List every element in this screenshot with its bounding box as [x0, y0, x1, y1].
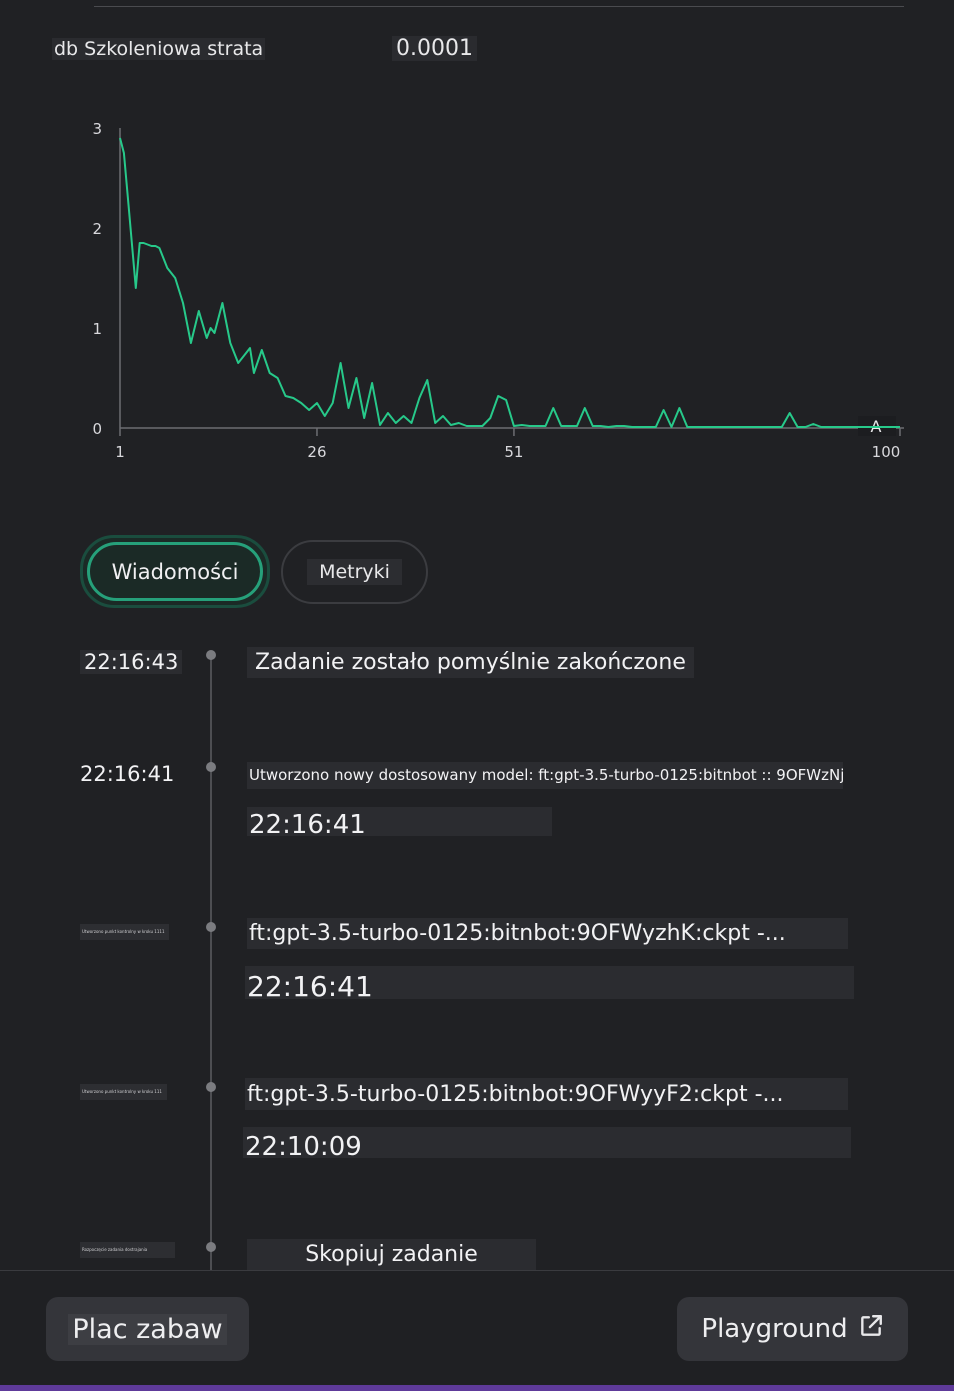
metric-label: db Szkoleniowa strata: [52, 38, 266, 60]
training-loss-chart: 3 2 1 0 1 26 51 100 A: [0, 100, 954, 480]
event-time: Rozpoczęcie zadania dostrajania: [80, 1242, 175, 1258]
timeline-dot: [206, 650, 216, 660]
y-tick-label: 2: [92, 220, 102, 238]
external-link-icon: [858, 1313, 884, 1346]
copy-job-button[interactable]: Skopiuj zadanie: [247, 1239, 536, 1270]
event-message: Utworzono nowy dostosowany model: ft:gpt…: [247, 762, 843, 789]
y-tick-label: 1: [92, 320, 102, 338]
event-time: 22:16:43: [80, 650, 183, 674]
tab-messages[interactable]: Wiadomości: [80, 535, 270, 608]
x-tick-label: 51: [504, 443, 523, 461]
metric-value: 0.0001: [392, 36, 477, 61]
x-tick-label: 26: [307, 443, 326, 461]
x-tick-label: 100: [872, 443, 901, 461]
event-subtime: 22:16:41: [245, 966, 854, 1003]
loss-series-line: [119, 137, 900, 428]
playground-button-label: Playground: [701, 1314, 848, 1344]
y-tick-label: 3: [92, 120, 102, 138]
footer: Plac zabaw Playground: [0, 1270, 954, 1391]
event-time: 22:16:41: [80, 762, 175, 786]
event-subtime: 22:16:41: [247, 807, 552, 840]
tab-metrics[interactable]: Metryki: [281, 540, 428, 604]
tab-messages-label: Wiadomości: [87, 542, 263, 601]
event-message: Zadanie zostało pomyślnie zakończone: [247, 647, 694, 678]
timeline-dot: [206, 922, 216, 932]
y-tick-label: 0: [92, 420, 102, 438]
event-message: ft:gpt-3.5-turbo-0125:bitnbot:9OFWyyF2:c…: [245, 1078, 848, 1110]
event-subtime: 22:10:09: [243, 1127, 851, 1162]
timeline-dot: [206, 1082, 216, 1092]
footer-accent: [0, 1385, 954, 1391]
metric-row: db Szkoleniowa strata 0.0001: [0, 36, 954, 68]
chart-svg: 32101 26 51 100A: [92, 120, 904, 461]
timeline-dot: [206, 762, 216, 772]
top-divider: [94, 6, 904, 7]
timeline-line: [210, 655, 212, 1270]
event-time: Utworzono punkt kontrolny w kroku 111: [80, 1084, 167, 1100]
playground-button[interactable]: Playground: [677, 1297, 908, 1361]
tab-metrics-label: Metryki: [307, 559, 402, 585]
playground-button-pl-label: Plac zabaw: [68, 1313, 227, 1345]
event-message: ft:gpt-3.5-turbo-0125:bitnbot:9OFWyzhK:c…: [247, 918, 848, 949]
event-time: Utworzono punkt kontrolny w kroku 1111: [80, 924, 169, 940]
timeline-dot: [206, 1242, 216, 1252]
playground-button-pl[interactable]: Plac zabaw: [46, 1297, 249, 1361]
x-tick-label: 1: [115, 443, 125, 461]
